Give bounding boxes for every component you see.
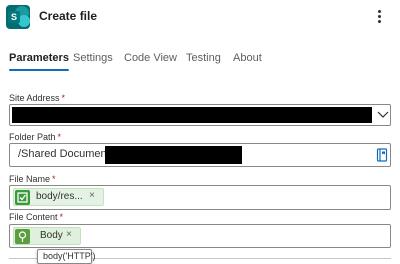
tab-parameters[interactable]: Parameters: [9, 52, 69, 74]
site-address-dropdown[interactable]: [9, 104, 391, 126]
file-content-label-text: File Content: [9, 212, 58, 222]
redacted-value: [12, 107, 372, 123]
remove-token-icon[interactable]: ×: [89, 190, 95, 201]
expression-icon: [15, 190, 30, 205]
file-content-label: File Content *: [9, 212, 63, 222]
tab-about[interactable]: About: [233, 52, 262, 74]
chevron-down-icon[interactable]: [375, 108, 391, 122]
tab-testing[interactable]: Testing: [186, 52, 221, 74]
tooltip-text: body('HTTP'): [43, 251, 96, 261]
tab-bar: Parameters Settings Code View Testing Ab…: [0, 52, 400, 74]
folder-picker-icon[interactable]: [376, 148, 388, 162]
folder-path-input[interactable]: /Shared Documents/: [9, 143, 391, 167]
divider: [92, 258, 391, 259]
folder-path-label: Folder Path *: [9, 132, 61, 142]
required-mark: *: [61, 93, 66, 103]
folder-path-label-text: Folder Path: [9, 132, 56, 142]
site-address-label: Site Address *: [9, 93, 65, 103]
required-mark: *: [52, 174, 56, 184]
file-content-input[interactable]: Body ×: [9, 224, 391, 248]
more-vertical-icon[interactable]: [373, 7, 387, 25]
expression-token[interactable]: body/res... ×: [13, 188, 104, 206]
tab-code-view[interactable]: Code View: [124, 52, 177, 74]
file-name-label: File Name *: [9, 174, 56, 184]
file-name-label-text: File Name: [9, 174, 51, 184]
http-trigger-icon: [15, 229, 30, 244]
divider: [9, 258, 37, 259]
action-header: S Create file: [0, 0, 400, 34]
file-name-input[interactable]: body/res... ×: [9, 185, 391, 210]
action-title[interactable]: Create file: [39, 9, 97, 23]
sharepoint-icon-letter: S: [8, 11, 20, 23]
token-tooltip: body('HTTP'): [37, 249, 96, 264]
site-address-label-text: Site Address: [9, 93, 60, 103]
required-mark: *: [57, 132, 62, 142]
required-mark: *: [59, 212, 64, 222]
token-text: body/res...: [36, 191, 83, 202]
redacted-value: [105, 146, 242, 164]
remove-token-icon[interactable]: ×: [66, 229, 72, 240]
folder-path-value: /Shared Documents/: [18, 148, 119, 160]
token-text: Body: [40, 230, 63, 241]
sharepoint-icon: S: [6, 5, 30, 29]
tab-settings[interactable]: Settings: [73, 52, 113, 74]
dynamic-content-token[interactable]: Body ×: [13, 227, 81, 245]
